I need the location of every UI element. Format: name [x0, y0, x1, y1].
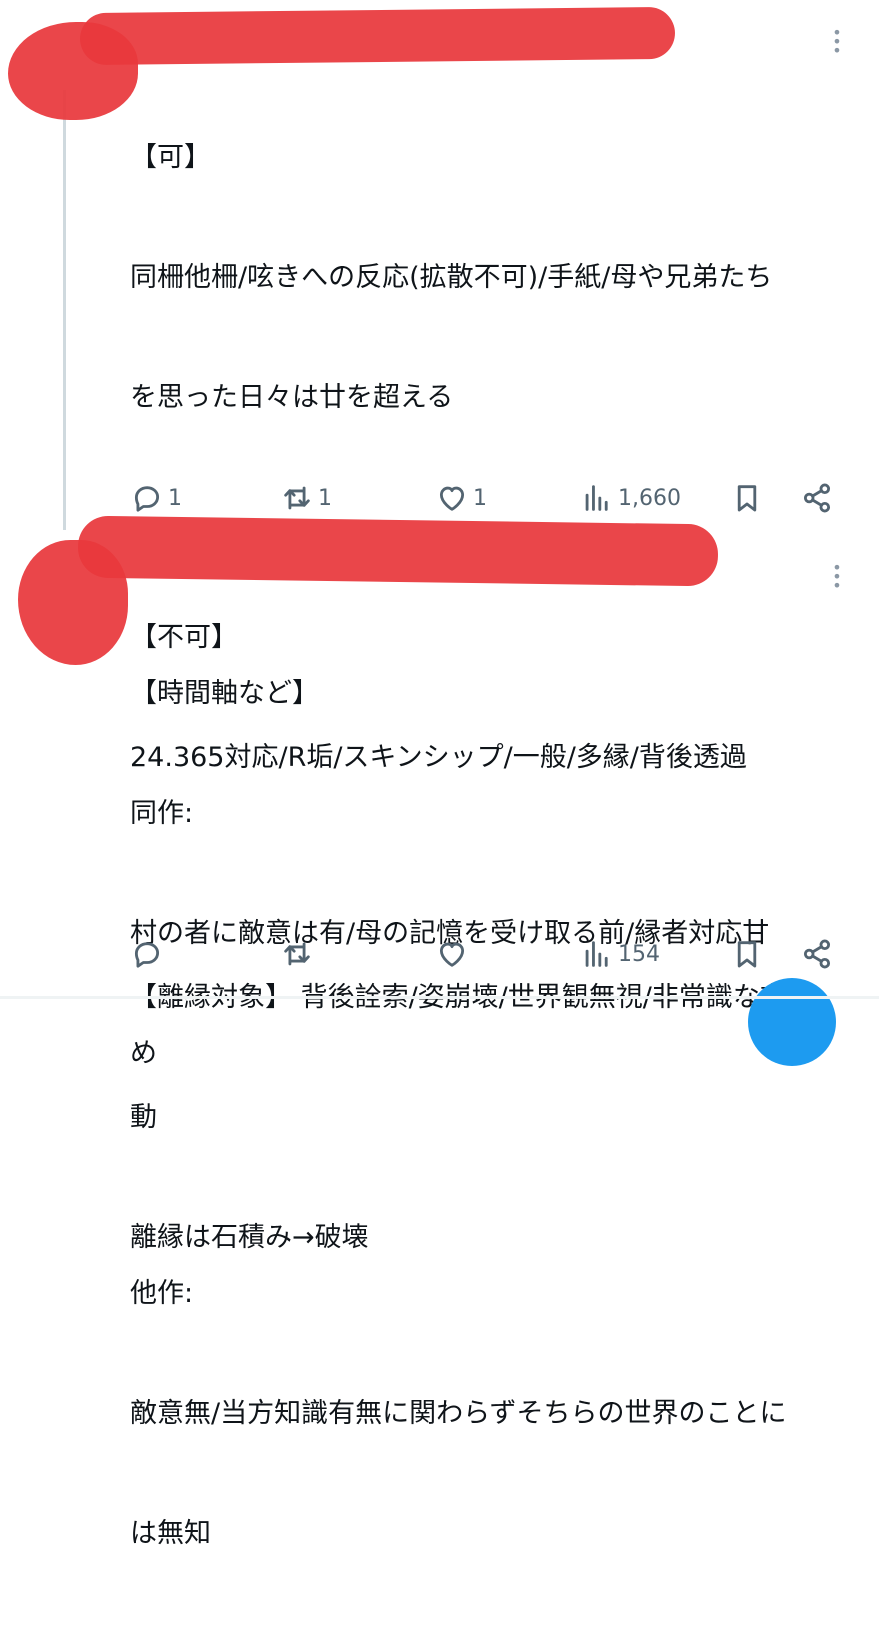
tweet-1-actions: 1 1 1 1,660: [130, 478, 850, 518]
like-button[interactable]: 1: [435, 478, 487, 518]
share-icon: [803, 483, 831, 513]
bookmark-icon: [737, 485, 757, 512]
retweet-icon: [284, 942, 310, 966]
more-vertical-icon[interactable]: • • •: [831, 25, 843, 59]
like-count: 1: [473, 485, 487, 511]
tweet-2-line: 敵意無/当方知識有無に関わらずそちらの世界のことに: [130, 1398, 787, 1429]
tweet-1-line: を思った日々は廿を超える: [130, 382, 454, 413]
thread-line: [63, 90, 66, 530]
more-vertical-icon[interactable]: • • •: [831, 560, 843, 594]
views-count: 154: [618, 941, 660, 967]
like-button[interactable]: [435, 934, 473, 974]
tweet-2-text: 【時間軸など】 同作: 村の者に敵意は有/母の記憶を受け取る前/縁者対応甘 め …: [130, 594, 860, 1634]
views-count: 1,660: [618, 485, 681, 511]
retweet-count: 1: [318, 485, 332, 511]
tweet-2-actions: 154: [130, 934, 850, 974]
tweet-2-line: は無知: [130, 1518, 211, 1549]
redaction-mark-name-1: [79, 6, 676, 66]
views-icon: [585, 941, 608, 967]
tweet-1-line: 同柵他柵/呟きへの反応(拡散不可)/手紙/母や兄弟たち: [130, 262, 773, 293]
bookmark-button[interactable]: [730, 478, 764, 518]
retweet-icon: [284, 486, 310, 510]
share-button[interactable]: [800, 478, 834, 518]
like-icon: [439, 486, 465, 511]
reply-button[interactable]: 1: [130, 478, 182, 518]
tweet-2-line: [130, 1154, 860, 1194]
tweet-1-line: 【可】: [130, 142, 211, 173]
share-icon: [803, 939, 831, 969]
compose-fab-button[interactable]: [748, 978, 836, 1066]
redaction-mark-avatar-1: [8, 22, 138, 120]
reply-count: 1: [168, 485, 182, 511]
tweet-2-line: 他作:: [130, 1278, 194, 1309]
reply-button[interactable]: [130, 934, 168, 974]
redaction-mark-name-2: [77, 515, 719, 587]
reply-icon: [134, 942, 160, 968]
bookmark-icon: [737, 941, 757, 968]
tweet-2-line: め: [130, 1038, 157, 1069]
share-button[interactable]: [800, 934, 834, 974]
tweet-2-line: 同作:: [130, 798, 194, 829]
bookmark-button[interactable]: [730, 934, 764, 974]
views-button[interactable]: 1,660: [580, 478, 681, 518]
reply-icon: [134, 486, 160, 512]
retweet-button[interactable]: [280, 934, 318, 974]
like-icon: [439, 942, 465, 967]
views-icon: [585, 485, 608, 511]
retweet-button[interactable]: 1: [280, 478, 332, 518]
redaction-mark-avatar-2: [18, 540, 128, 665]
tweet-2-line: 【時間軸など】: [130, 678, 319, 709]
views-button[interactable]: 154: [580, 934, 660, 974]
